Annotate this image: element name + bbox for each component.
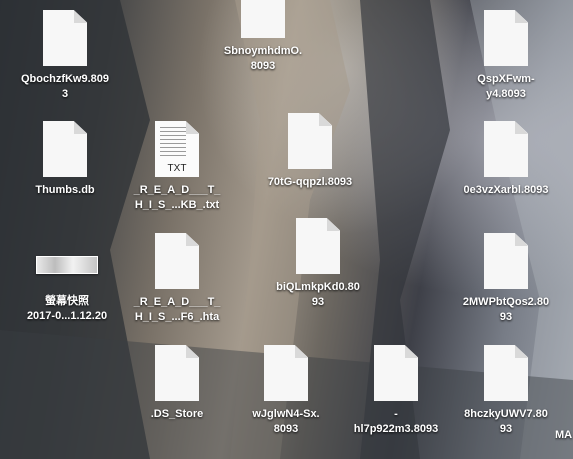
document-icon — [374, 345, 418, 401]
file-icon-thumbs-db[interactable]: Thumbs.db — [10, 121, 120, 198]
file-icon-ds-store[interactable]: .DS_Store — [122, 345, 232, 422]
file-name-label: 8hczkyUWV7.80 93 — [464, 408, 548, 435]
file-name-label: 2MWPbtQos2.80 93 — [462, 296, 550, 323]
document-icon — [264, 345, 308, 401]
file-icon-sbnoymhdmo[interactable]: SbnoymhdmO. 8093 — [208, 0, 318, 74]
document-icon — [484, 345, 528, 401]
file-type-label: TXT — [167, 163, 187, 174]
document-icon — [484, 121, 528, 177]
file-icon-qbochzfkw9[interactable]: QbochzfKw9.809 3 — [10, 10, 120, 102]
file-name-label: .DS_Store — [150, 408, 204, 420]
file-name-label: 0e3vzXarbl.8093 — [463, 184, 549, 196]
file-icon-70tg[interactable]: 70tG-qqpzl.8093 — [255, 113, 365, 190]
document-icon — [43, 121, 87, 177]
file-name-label: 螢幕快照 2017-0...1.12.20 — [26, 295, 108, 322]
file-icon-8hczkyuwv7[interactable]: 8hczkyUWV7.80 93 — [451, 345, 561, 437]
file-icon-0e3vzxarbl[interactable]: 0e3vzXarbl.8093 — [451, 121, 561, 198]
file-name-label: QspXFwm- y4.8093 — [477, 73, 535, 100]
file-icon-readthis-hta[interactable]: _R_E_A_D___T_ H_I_S_...F6_.hta — [122, 233, 232, 325]
file-name-label: SbnoymhdmO. 8093 — [223, 45, 303, 72]
file-name-label: MA — [555, 429, 573, 441]
document-icon — [484, 233, 528, 289]
image-thumbnail-icon — [36, 256, 98, 274]
file-icon-biqlmkpkd0[interactable]: biQLmkpKd0.80 93 — [263, 218, 373, 310]
document-icon — [288, 113, 332, 169]
file-name-label: QbochzfKw9.809 3 — [20, 73, 110, 100]
file-name-label: biQLmkpKd0.80 93 — [276, 281, 360, 308]
file-icon-wjglwn4[interactable]: wJglwN4-Sx. 8093 — [231, 345, 341, 437]
file-icon-ma-partial[interactable]: MA — [555, 428, 573, 443]
document-icon — [43, 10, 87, 66]
file-name-label: - hl7p922m3.8093 — [353, 408, 439, 435]
file-name-label: 70tG-qqpzl.8093 — [267, 176, 353, 188]
file-icon-2mwpbtqos2[interactable]: 2MWPbtQos2.80 93 — [451, 233, 561, 325]
document-icon — [484, 10, 528, 66]
screenshot-image-icon[interactable]: 螢幕快照 2017-0...1.12.20 — [12, 256, 122, 324]
document-icon — [155, 233, 199, 289]
file-name-label: wJglwN4-Sx. 8093 — [252, 408, 320, 435]
file-icon-qspxfwm[interactable]: QspXFwm- y4.8093 — [451, 10, 561, 102]
document-icon — [155, 345, 199, 401]
document-icon — [241, 0, 285, 38]
file-name-label: _R_E_A_D___T_ H_I_S_...F6_.hta — [133, 296, 221, 323]
file-icon-readthis-txt[interactable]: TXT _R_E_A_D___T_ H_I_S_...KB_.txt — [122, 121, 232, 213]
file-name-label: Thumbs.db — [35, 184, 95, 196]
file-icon-hl7p922m3[interactable]: - hl7p922m3.8093 — [341, 345, 451, 437]
document-icon — [296, 218, 340, 274]
file-name-label: _R_E_A_D___T_ H_I_S_...KB_.txt — [133, 184, 221, 211]
text-document-icon: TXT — [155, 121, 199, 177]
